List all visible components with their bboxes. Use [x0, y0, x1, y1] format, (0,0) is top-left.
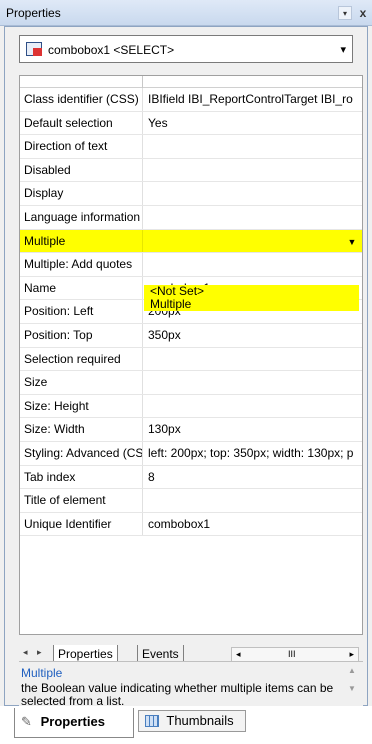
- property-name: Position: Left: [24, 304, 94, 319]
- property-name: Selection required: [24, 351, 121, 366]
- property-value[interactable]: Yes: [148, 112, 360, 135]
- tab-label: Thumbnails: [166, 713, 234, 728]
- scroll-right-icon[interactable]: ▸: [349, 649, 354, 660]
- dropdown-arrow-icon[interactable]: ▼: [344, 233, 360, 250]
- property-name: Default selection: [24, 115, 113, 130]
- description-scrollbar[interactable]: ▲ ▼: [345, 666, 359, 704]
- property-name: Size: Width: [24, 422, 85, 437]
- object-selector-value: combobox1 <SELECT>: [48, 43, 175, 57]
- property-name: Unique Identifier: [24, 516, 112, 531]
- property-name: Direction of text: [24, 139, 108, 154]
- property-name: Class identifier (CSS): [24, 92, 139, 106]
- property-row[interactable]: Size: [20, 371, 362, 395]
- property-row[interactable]: Display: [20, 182, 362, 206]
- property-row[interactable]: Selection required: [20, 347, 362, 372]
- tab-label: Properties: [40, 714, 105, 729]
- property-name: Display: [24, 186, 64, 201]
- property-value[interactable]: combobox1: [148, 513, 360, 536]
- window-tab-bar: ✎ Properties Thumbnails: [0, 706, 372, 744]
- description-pane: Multiple the Boolean value indicating wh…: [19, 661, 363, 708]
- property-value[interactable]: IBIfield IBI_ReportControlTarget IBI_ro: [148, 88, 360, 111]
- property-name: Position: Top: [24, 327, 93, 342]
- property-value[interactable]: [148, 489, 360, 512]
- property-name: Size: Height: [24, 398, 89, 413]
- property-name: Multiple: Add quotes: [24, 257, 133, 272]
- property-name: Size: [24, 375, 48, 390]
- property-value[interactable]: [148, 371, 360, 394]
- property-row-selected[interactable]: Multiple ▼: [20, 229, 362, 254]
- thumbnails-icon: [145, 715, 159, 727]
- window-menu-button[interactable]: ▾: [338, 6, 352, 20]
- dropdown-option[interactable]: Multiple: [144, 298, 359, 311]
- property-value[interactable]: [148, 253, 360, 276]
- multiple-dropdown-list: <Not Set> Multiple: [144, 285, 359, 311]
- property-value[interactable]: [148, 230, 360, 253]
- tab-scroll-right-icon[interactable]: ▸: [37, 647, 42, 658]
- property-row[interactable]: Unique Identifier combobox1: [20, 512, 362, 537]
- title-bar: Properties ▾ x: [0, 0, 372, 26]
- property-row[interactable]: Class identifier (CSS) IBIfield IBI_Repo…: [20, 88, 362, 112]
- properties-window: Properties ▾ x combobox1 <SELECT> ▾ Clas…: [0, 0, 372, 744]
- property-name: Title of element: [24, 493, 106, 508]
- property-row[interactable]: Styling: Advanced (CSS) left: 200px; top…: [20, 441, 362, 466]
- property-name: Tab index: [24, 469, 76, 484]
- chevron-down-icon[interactable]: ▾: [340, 43, 346, 56]
- close-button[interactable]: x: [356, 6, 370, 20]
- property-value[interactable]: [148, 395, 360, 418]
- tab-properties-window[interactable]: ✎ Properties: [14, 708, 134, 738]
- property-grid: Class identifier (CSS) IBIfield IBI_Repo…: [19, 75, 363, 635]
- property-row[interactable]: Disabled: [20, 158, 362, 183]
- grid-header: [20, 76, 362, 88]
- property-value[interactable]: [148, 206, 360, 229]
- property-row[interactable]: Size: Width 130px: [20, 418, 362, 442]
- property-value[interactable]: 350px: [148, 324, 360, 347]
- property-value[interactable]: left: 200px; top: 350px; width: 130px; p: [148, 442, 360, 465]
- tab-scroll-left-icon[interactable]: ◂: [23, 647, 28, 658]
- property-value[interactable]: 130px: [148, 418, 360, 441]
- property-row[interactable]: Language information: [20, 205, 362, 230]
- properties-icon: ✎: [21, 714, 32, 729]
- property-row[interactable]: Position: Top 350px: [20, 323, 362, 348]
- property-name: Name: [24, 280, 57, 295]
- window-title: Properties: [6, 6, 61, 20]
- scroll-thumb[interactable]: III: [288, 649, 296, 659]
- combobox-icon: [26, 42, 42, 56]
- property-row[interactable]: Title of element: [20, 489, 362, 513]
- property-row[interactable]: Default selection Yes: [20, 111, 362, 136]
- property-row[interactable]: Size: Height: [20, 394, 362, 419]
- property-value[interactable]: [148, 135, 360, 158]
- property-value[interactable]: [148, 159, 360, 182]
- properties-panel: combobox1 <SELECT> ▾ Class identifier (C…: [4, 26, 368, 708]
- description-title: Multiple: [21, 666, 63, 680]
- property-name: Styling: Advanced (CSS): [24, 445, 142, 460]
- property-name: Disabled: [24, 162, 71, 177]
- tab-thumbnails-window[interactable]: Thumbnails: [138, 710, 246, 732]
- property-name: Language information: [24, 209, 141, 224]
- property-name: Multiple: [24, 233, 66, 248]
- property-row[interactable]: Tab index 8: [20, 465, 362, 490]
- description-text: the Boolean value indicating whether mul…: [21, 681, 334, 708]
- property-value[interactable]: [148, 182, 360, 205]
- scroll-left-icon[interactable]: ◂: [236, 649, 241, 660]
- property-value[interactable]: [148, 348, 360, 371]
- property-row[interactable]: Direction of text: [20, 135, 362, 159]
- object-selector[interactable]: combobox1 <SELECT> ▾: [19, 35, 353, 63]
- property-value[interactable]: 8: [148, 466, 360, 489]
- property-row[interactable]: Multiple: Add quotes: [20, 253, 362, 277]
